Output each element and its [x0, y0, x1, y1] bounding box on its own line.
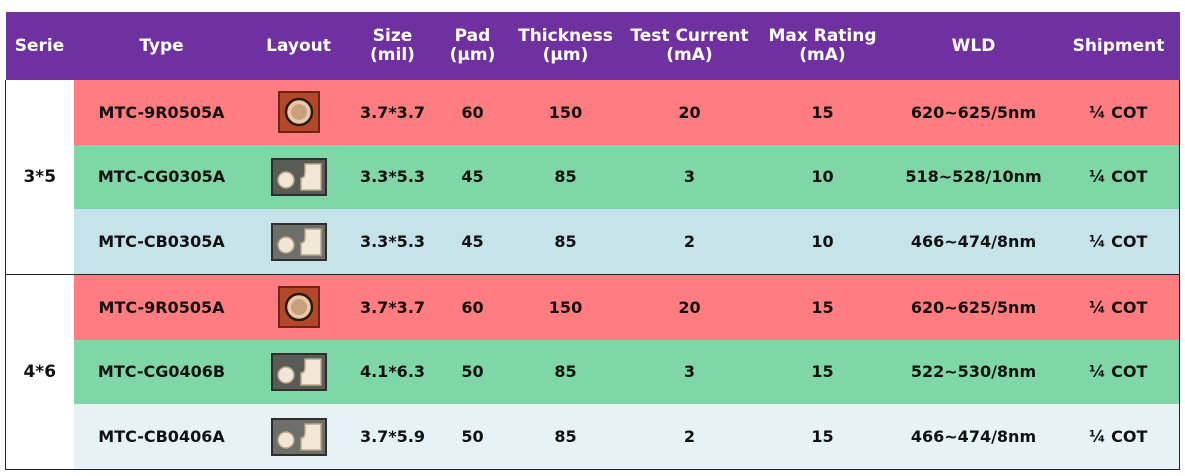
- type-cell: MTC-CB0406A: [73, 404, 250, 471]
- thickness-cell: 85: [507, 339, 624, 405]
- spec-table: Serie Type Layout Size (mil) Pad (µm) Thic…: [5, 12, 1180, 471]
- serie-cell: 4*6: [5, 274, 74, 471]
- thickness-cell: 150: [507, 80, 624, 145]
- header-size-title: Size: [372, 26, 413, 46]
- pad-cell: 50: [437, 339, 508, 405]
- size-cell: 4.1*6.3: [347, 339, 438, 405]
- size-cell: 3.7*3.7: [347, 80, 438, 145]
- header-pad: Pad (µm): [437, 12, 508, 80]
- header-serie: Serie: [5, 12, 74, 80]
- shipment-cell: ¼ COT: [1057, 404, 1180, 471]
- size-cell: 3.7*5.9: [347, 404, 438, 471]
- table-row: MTC-CB0406A 3.7*5.9 50 85 2 15 466~474/8nm ¼ CO…: [6, 404, 1180, 471]
- type-cell: MTC-9R0505A: [73, 274, 250, 340]
- header-max-rating-title: Max Rating: [768, 26, 877, 46]
- layout-cell: [249, 339, 348, 405]
- layout-cell: [249, 209, 348, 275]
- wld-cell: 466~474/8nm: [889, 404, 1058, 471]
- header-type: Type: [73, 12, 250, 80]
- header-pad-title: Pad: [454, 26, 491, 46]
- max-cell: 15: [755, 339, 890, 405]
- header-thickness-unit: (µm): [542, 45, 589, 65]
- shipment-cell: ¼ COT: [1057, 144, 1180, 210]
- wld-cell: 522~530/8nm: [889, 339, 1058, 405]
- pad-cell: 50: [437, 404, 508, 471]
- current-cell: 20: [623, 274, 756, 340]
- green-flip-chip-icon: [270, 157, 327, 196]
- thickness-cell: 85: [507, 404, 624, 471]
- table-row: 3*5 MTC-9R0505A 3.7*3.7 60 150 20 15 620~625/5n…: [5, 80, 1180, 275]
- type-cell: MTC-CG0406B: [73, 339, 250, 405]
- thickness-cell: 85: [507, 144, 624, 210]
- size-cell: 3.3*5.3: [347, 144, 438, 210]
- current-cell: 2: [623, 404, 756, 471]
- pad-cell: 45: [437, 209, 508, 275]
- shipment-cell: ¼ COT: [1057, 80, 1180, 145]
- wld-cell: 466~474/8nm: [889, 209, 1058, 275]
- header-pad-unit: (µm): [449, 45, 496, 65]
- header-shipment: Shipment: [1057, 12, 1180, 80]
- header-test-current: Test Current (mA): [623, 12, 756, 80]
- layout-cell: [249, 404, 348, 471]
- header-row: Serie Type Layout Size (mil) Pad (µm) Thic…: [5, 12, 1180, 80]
- header-max-rating: Max Rating (mA): [755, 12, 890, 80]
- thickness-cell: 150: [507, 274, 624, 340]
- table-row: MTC-CG0305A 3.3*5.3 45 85 3 10 518~528/10nm ¼ C…: [6, 144, 1180, 210]
- green-flip-chip-icon: [270, 352, 327, 391]
- header-thickness: Thickness (µm): [507, 12, 624, 80]
- pad-cell: 60: [437, 80, 508, 145]
- shipment-cell: ¼ COT: [1057, 339, 1180, 405]
- max-cell: 15: [755, 80, 890, 145]
- shipment-cell: ¼ COT: [1057, 209, 1180, 275]
- header-layout: Layout: [249, 12, 348, 80]
- pad-cell: 45: [437, 144, 508, 210]
- header-size: Size (mil): [347, 12, 438, 80]
- wld-cell: 518~528/10nm: [889, 144, 1058, 210]
- size-cell: 3.7*3.7: [347, 274, 438, 340]
- current-cell: 2: [623, 209, 756, 275]
- layout-cell: [249, 274, 348, 340]
- header-thickness-title: Thickness: [518, 26, 613, 46]
- table-body: 3*5 MTC-9R0505A 3.7*3.7 60 150 20 15 620~625/5n…: [5, 80, 1180, 471]
- blue-flip-chip-icon: [270, 417, 327, 456]
- max-cell: 10: [755, 209, 890, 275]
- wld-cell: 620~625/5nm: [889, 80, 1058, 145]
- header-wld: WLD: [889, 12, 1058, 80]
- size-cell: 3.3*5.3: [347, 209, 438, 275]
- type-cell: MTC-9R0505A: [73, 80, 250, 145]
- layout-cell: [249, 144, 348, 210]
- red-round-chip-icon: [277, 286, 320, 329]
- header-max-rating-unit: (mA): [799, 45, 846, 65]
- current-cell: 3: [623, 144, 756, 210]
- thickness-cell: 85: [507, 209, 624, 275]
- header-test-current-unit: (mA): [666, 45, 713, 65]
- current-cell: 20: [623, 80, 756, 145]
- current-cell: 3: [623, 339, 756, 405]
- shipment-cell: ¼ COT: [1057, 274, 1180, 340]
- header-test-current-title: Test Current: [630, 26, 749, 46]
- layout-cell: [249, 80, 348, 145]
- blue-flip-chip-icon: [270, 222, 327, 261]
- type-cell: MTC-CG0305A: [73, 144, 250, 210]
- type-cell: MTC-CB0305A: [73, 209, 250, 275]
- wld-cell: 620~625/5nm: [889, 274, 1058, 340]
- max-cell: 15: [755, 404, 890, 471]
- table-row: MTC-CG0406B 4.1*6.3 50 85 3 15 522~530/8nm ¼ CO…: [6, 339, 1180, 405]
- table-row: MTC-CB0305A 3.3*5.3 45 85 2 10 466~474/8nm ¼ CO…: [6, 209, 1180, 275]
- max-cell: 15: [755, 274, 890, 340]
- pad-cell: 60: [437, 274, 508, 340]
- red-round-chip-icon: [277, 91, 320, 134]
- serie-cell: 3*5: [5, 80, 74, 275]
- max-cell: 10: [755, 144, 890, 210]
- header-size-unit: (mil): [370, 45, 415, 65]
- table-row: 4*6 MTC-9R0505A 3.7*3.7 60 150 20 15 620~625/5n…: [5, 274, 1180, 471]
